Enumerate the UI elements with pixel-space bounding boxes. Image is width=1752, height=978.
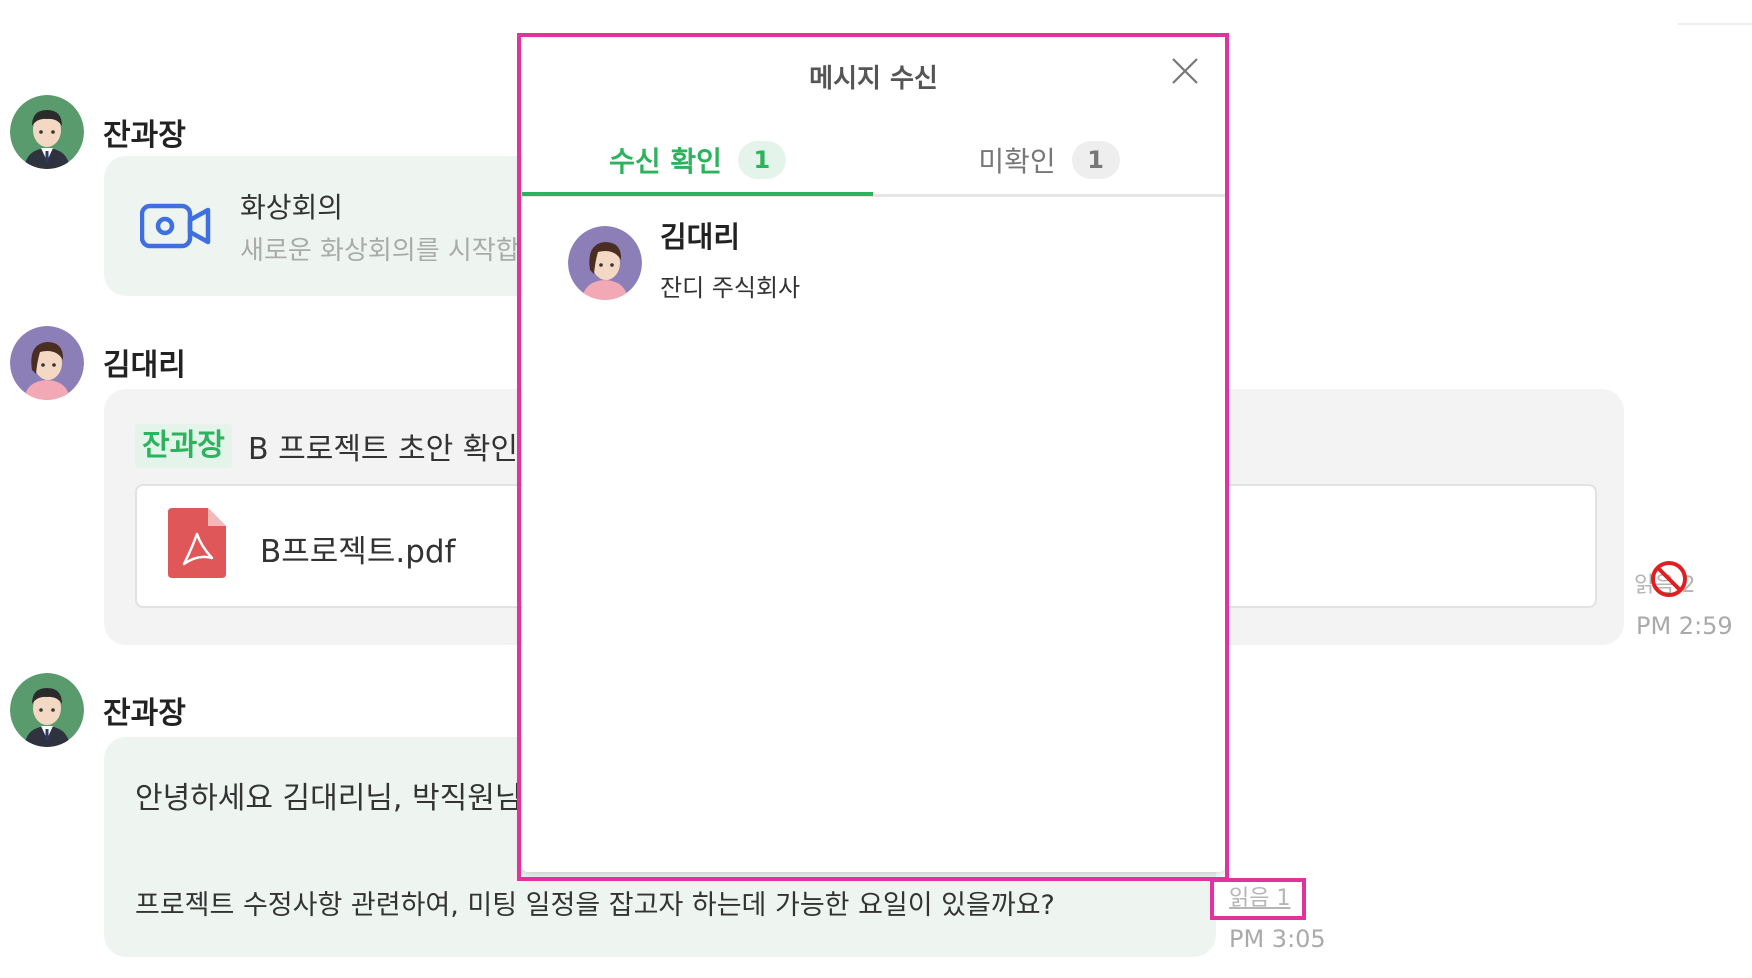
sender-name: 잔과장 bbox=[103, 118, 186, 153]
avatar[interactable] bbox=[10, 326, 84, 400]
message-time: PM 3:05 bbox=[1229, 925, 1326, 953]
read-count-highlight bbox=[1210, 878, 1306, 920]
sender-name: 잔과장 bbox=[103, 696, 186, 731]
pdf-file-icon bbox=[168, 508, 226, 582]
top-divider bbox=[1678, 23, 1752, 25]
video-camera-icon bbox=[139, 202, 212, 254]
message-text-line-2: 프로젝트 수정사항 관련하여, 미팅 일정을 잡고자 하는데 가능한 요일이 있… bbox=[135, 890, 1055, 921]
video-call-title: 화상회의 bbox=[240, 191, 344, 224]
modal-highlight bbox=[517, 33, 1229, 881]
sender-name: 김대리 bbox=[103, 348, 186, 383]
message-time: PM 2:59 bbox=[1636, 612, 1733, 640]
prohibited-icon bbox=[1650, 560, 1688, 602]
avatar[interactable] bbox=[10, 95, 84, 169]
message-text-line-1: 안녕하세요 김대리님, 박직원님 bbox=[135, 781, 523, 816]
mention-tag[interactable]: 잔과장 bbox=[135, 424, 232, 468]
avatar[interactable] bbox=[10, 673, 84, 747]
file-name[interactable]: B프로젝트.pdf bbox=[260, 526, 455, 571]
